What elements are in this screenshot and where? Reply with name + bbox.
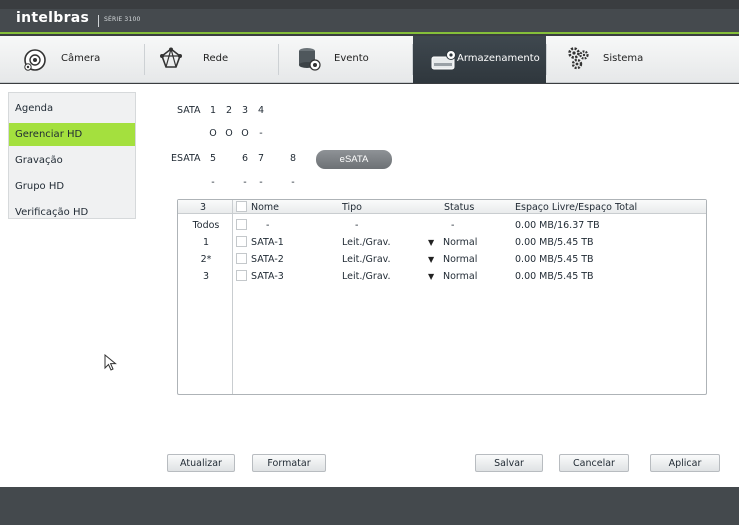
row-checkbox[interactable] bbox=[236, 253, 247, 264]
tab-network[interactable]: Rede bbox=[145, 36, 278, 83]
esata-port: 8 bbox=[289, 153, 297, 164]
tab-storage[interactable]: Armazenamento bbox=[413, 36, 546, 83]
salvar-button[interactable]: Salvar bbox=[475, 454, 543, 472]
storage-icon bbox=[431, 50, 456, 70]
header-espaco: Espaço Livre/Espaço Total bbox=[515, 202, 638, 213]
column-separator bbox=[232, 200, 233, 394]
row-nome: SATA-3 bbox=[251, 271, 284, 282]
row-tipo[interactable]: Leit./Grav. bbox=[342, 254, 391, 265]
row-index: 3 bbox=[202, 271, 210, 282]
system-gears-icon bbox=[568, 47, 589, 70]
esata-status: - bbox=[243, 177, 247, 188]
camera-icon bbox=[24, 49, 46, 71]
sata-port: 2 bbox=[225, 105, 233, 116]
tab-label: Rede bbox=[203, 53, 229, 64]
row-status: - bbox=[451, 220, 455, 231]
row-espaco: 0.00 MB/5.45 TB bbox=[515, 237, 594, 248]
sidebar-item-gerenciar-hd[interactable]: Gerenciar HD bbox=[9, 123, 135, 146]
esata-button[interactable]: eSATA bbox=[316, 150, 392, 169]
title-bar: intelbras SÉRIE 3100 bbox=[0, 9, 739, 34]
sata-port: 4 bbox=[257, 105, 265, 116]
row-espaco: 0.00 MB/5.45 TB bbox=[515, 254, 594, 265]
mouse-cursor-icon bbox=[104, 354, 117, 371]
row-nome: SATA-2 bbox=[251, 254, 284, 265]
dvr-window: intelbras SÉRIE 3100 Câmera Rede Evento … bbox=[0, 0, 739, 525]
sata-status: O bbox=[241, 128, 249, 139]
sata-status: - bbox=[259, 128, 263, 139]
esata-status: - bbox=[291, 177, 295, 188]
network-icon bbox=[160, 47, 182, 68]
row-espaco: 0.00 MB/16.37 TB bbox=[515, 220, 600, 231]
row-nome: SATA-1 bbox=[251, 237, 284, 248]
header-count: 3 bbox=[200, 202, 207, 213]
chevron-down-icon[interactable]: ▼ bbox=[428, 238, 434, 247]
chevron-down-icon[interactable]: ▼ bbox=[428, 272, 434, 281]
esata-label: ESATA bbox=[171, 153, 201, 164]
header-status: Status bbox=[444, 202, 475, 213]
sidebar-item-verificacao-hd[interactable]: Verificação HD bbox=[9, 201, 135, 224]
atualizar-button[interactable]: Atualizar bbox=[167, 454, 235, 472]
row-espaco: 0.00 MB/5.45 TB bbox=[515, 271, 594, 282]
row-nome: - bbox=[266, 220, 270, 231]
header-tipo: Tipo bbox=[342, 202, 362, 213]
brand-divider bbox=[98, 15, 99, 27]
row-status: Normal bbox=[443, 254, 478, 265]
row-index: 2* bbox=[200, 254, 212, 265]
aplicar-button[interactable]: Aplicar bbox=[650, 454, 720, 472]
main-tab-bar: Câmera Rede Evento Armazenamento Sistema bbox=[0, 36, 739, 83]
content-panel: Agenda Gerenciar HD Gravação Grupo HD Ve… bbox=[0, 84, 739, 487]
row-checkbox[interactable] bbox=[236, 236, 247, 247]
status-bar bbox=[0, 487, 739, 525]
event-icon bbox=[299, 48, 321, 71]
row-status: Normal bbox=[443, 271, 478, 282]
esata-port: 6 bbox=[241, 153, 249, 164]
tab-camera[interactable]: Câmera bbox=[11, 36, 144, 83]
header-nome: Nome bbox=[251, 202, 280, 213]
hd-table: 3 Nome Tipo Status Espaço Livre/Espaço T… bbox=[177, 199, 707, 395]
chevron-down-icon[interactable]: ▼ bbox=[428, 255, 434, 264]
row-tipo[interactable]: Leit./Grav. bbox=[342, 271, 391, 282]
sidebar: Agenda Gerenciar HD Gravação Grupo HD Ve… bbox=[8, 92, 136, 219]
sidebar-item-grupo-hd[interactable]: Grupo HD bbox=[9, 175, 135, 198]
tab-system[interactable]: Sistema bbox=[547, 36, 680, 83]
sata-port: 1 bbox=[209, 105, 217, 116]
cancelar-button[interactable]: Cancelar bbox=[559, 454, 629, 472]
tab-event[interactable]: Evento bbox=[279, 36, 412, 83]
row-checkbox[interactable] bbox=[236, 219, 247, 230]
sata-label: SATA bbox=[177, 105, 201, 116]
row-checkbox[interactable] bbox=[236, 270, 247, 281]
formatar-button[interactable]: Formatar bbox=[252, 454, 326, 472]
series-label: SÉRIE 3100 bbox=[104, 16, 141, 23]
row-status: Normal bbox=[443, 237, 478, 248]
esata-status: - bbox=[211, 177, 215, 188]
tab-label: Câmera bbox=[61, 53, 101, 64]
sidebar-item-gravacao[interactable]: Gravação bbox=[9, 149, 135, 172]
row-tipo[interactable]: Leit./Grav. bbox=[342, 237, 391, 248]
tab-label: Sistema bbox=[603, 53, 644, 64]
sidebar-item-agenda[interactable]: Agenda bbox=[9, 97, 135, 120]
tab-label: Armazenamento bbox=[457, 53, 540, 64]
esata-port: 7 bbox=[257, 153, 265, 164]
sata-port: 3 bbox=[241, 105, 249, 116]
tab-label: Evento bbox=[334, 53, 369, 64]
brand-logo: intelbras bbox=[16, 10, 90, 26]
esata-port: 5 bbox=[209, 153, 217, 164]
sata-status: O bbox=[209, 128, 217, 139]
select-all-checkbox[interactable] bbox=[236, 201, 247, 212]
sata-status: O bbox=[225, 128, 233, 139]
row-index: Todos bbox=[192, 220, 220, 231]
row-index: 1 bbox=[202, 237, 210, 248]
row-tipo: - bbox=[355, 220, 359, 231]
esata-status: - bbox=[259, 177, 263, 188]
